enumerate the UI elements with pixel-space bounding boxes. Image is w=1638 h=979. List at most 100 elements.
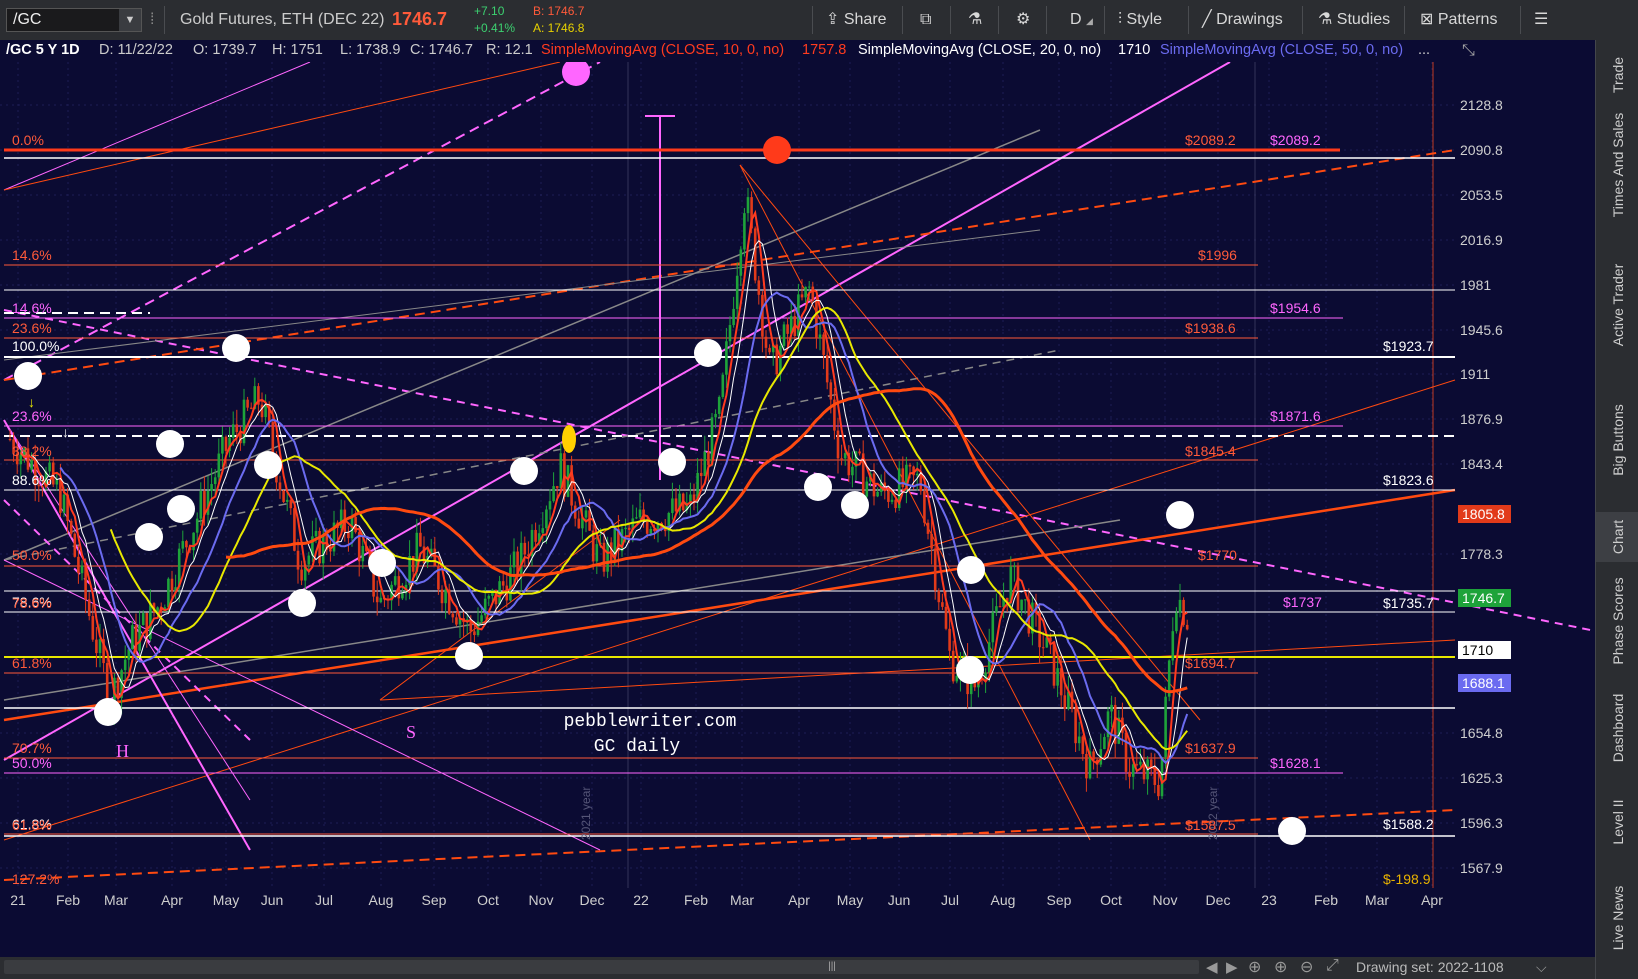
candle-body <box>116 677 120 698</box>
time-tick: May <box>837 892 863 908</box>
fit-icon[interactable]: ⤢ <box>1326 957 1339 975</box>
candle-body <box>523 542 527 555</box>
bid-price: B: 1746.7 <box>533 4 585 18</box>
candle-body <box>167 578 170 608</box>
info-date: D: 11/22/22 <box>99 42 173 58</box>
candle-body <box>347 532 350 539</box>
settings-slider-icon[interactable]: ⁞ <box>150 11 154 29</box>
candle-body <box>170 578 174 592</box>
pattern-marker <box>254 451 282 479</box>
tab-live-news[interactable]: Live News <box>1596 868 1638 968</box>
candle-body <box>836 430 840 459</box>
share-button[interactable]: ⇪ Share <box>822 0 887 40</box>
zoom-out-icon[interactable]: ⊖ <box>1300 957 1313 977</box>
candle-body <box>584 510 588 518</box>
candle-body <box>559 453 563 489</box>
fib-left-7: 88.6% <box>12 472 52 488</box>
candle-body <box>948 628 951 651</box>
candle-body <box>98 639 102 654</box>
zoom-in-icon[interactable]: ⊕ <box>1274 957 1287 977</box>
pattern-marker <box>368 549 396 577</box>
pattern-marker <box>167 495 195 523</box>
candle-body <box>894 499 897 509</box>
candle-body <box>606 542 609 572</box>
instrument-name: Gold Futures, ETH (DEC 22) <box>180 11 385 28</box>
candle-body <box>887 490 890 502</box>
price-chart[interactable]: ↓↓ 2021 year 2022 year pebblewriter.com … <box>0 62 1595 957</box>
scroll-left-icon[interactable]: ◀ <box>1206 958 1218 976</box>
collapse-icon[interactable]: ⤡ <box>1462 42 1475 60</box>
candle-body <box>321 534 325 564</box>
tab-active-trader[interactable]: Active Trader <box>1596 240 1638 370</box>
tab-dashboard[interactable]: Dashboard <box>1596 680 1638 775</box>
drawings-button[interactable]: ╱ Drawings <box>1198 0 1283 40</box>
candle-body <box>62 494 66 513</box>
drawing-set-label[interactable]: Drawing set: 2022-1108 <box>1356 959 1504 975</box>
level-label-4: $1938.6 <box>1185 320 1236 336</box>
tab-trade[interactable]: Trade <box>1596 40 1638 110</box>
patterns-button[interactable]: ⊠ Patterns <box>1416 0 1497 40</box>
time-tick: 23 <box>1261 892 1277 908</box>
drawing-set-chevron-icon[interactable]: ⌵ <box>1536 959 1547 976</box>
tab-label: Big Buttons <box>1609 404 1626 476</box>
scroll-thumb-grip-icon[interactable]: ||| <box>822 960 842 974</box>
candle-body <box>624 527 627 530</box>
candle-body <box>1013 566 1016 568</box>
candle-body <box>501 581 505 586</box>
tab-times-and-sales[interactable]: Times And Sales <box>1596 102 1638 227</box>
info-range: R: 12.1 <box>486 42 533 58</box>
price-badge-text: 1746.7 <box>1462 590 1505 606</box>
price-tick: 1567.9 <box>1460 860 1503 876</box>
tab-phase-scores[interactable]: Phase Scores <box>1596 566 1638 676</box>
studies-flask-button[interactable]: ⚗ <box>964 0 982 40</box>
price-tick: 2016.9 <box>1460 232 1503 248</box>
crosshair-icon[interactable]: ⊕ <box>1248 957 1261 977</box>
candle-body <box>73 533 77 557</box>
candle-body <box>1178 599 1182 613</box>
time-tick: Feb <box>684 892 708 908</box>
candle-body <box>858 451 861 454</box>
candle-body <box>995 606 998 613</box>
candle-body <box>213 477 217 485</box>
price-tick: 1654.8 <box>1460 725 1503 741</box>
level-label-16: $1588.2 <box>1383 816 1434 832</box>
drawings-label: Drawings <box>1216 11 1283 28</box>
style-button[interactable]: ⫶ Style <box>1114 0 1162 40</box>
menu-icon: ☰ <box>1534 11 1549 28</box>
candle-body <box>541 528 545 534</box>
snapshot-button[interactable]: ⧉ <box>916 0 931 40</box>
candle-body <box>635 517 638 519</box>
candle-body <box>1139 761 1142 765</box>
time-tick: Oct <box>477 892 499 908</box>
level-label-17: $-198.9 <box>1383 871 1431 887</box>
fib-left-13: 50.0% <box>12 755 52 771</box>
studies-button[interactable]: ⚗ Studies <box>1314 0 1390 40</box>
level-label-11: $1735.7 <box>1383 595 1434 611</box>
candle-body <box>249 407 253 409</box>
scroll-right-icon[interactable]: ▶ <box>1226 958 1238 976</box>
candle-body <box>278 482 282 491</box>
horizontal-scrollbar[interactable]: ||| <box>4 960 1199 974</box>
bottom-scrollbar: ||| ◀ ▶ ⊕ ⊕ ⊖ ⤢ Drawing set: 2022-1108 ⌵ <box>0 957 1595 979</box>
candle-body <box>991 612 995 643</box>
tab-big-buttons[interactable]: Big Buttons <box>1596 390 1638 490</box>
tab-level-ii[interactable]: Level II <box>1596 782 1638 862</box>
settings-button[interactable]: ⚙ <box>1012 0 1030 40</box>
level-label-15: $1587.5 <box>1185 817 1236 833</box>
menu-button[interactable]: ☰ <box>1530 0 1548 40</box>
tab-chart[interactable]: Chart <box>1596 512 1638 562</box>
candle-body <box>721 374 725 397</box>
candle-body <box>80 565 84 574</box>
candle-body <box>822 334 825 355</box>
interval-button[interactable]: D ◢ <box>1066 0 1093 40</box>
symbol-input[interactable]: /GC ▼ <box>6 8 142 32</box>
watermark-site: pebblewriter.com <box>564 712 737 732</box>
symbol-dropdown-chevron-icon[interactable]: ▼ <box>119 9 141 31</box>
candle-body <box>782 324 786 346</box>
candle-body <box>915 473 919 476</box>
candle-body <box>890 499 894 502</box>
time-tick: Sep <box>1047 892 1072 908</box>
price-tick: 1843.4 <box>1460 456 1503 472</box>
info-more[interactable]: ... <box>1418 42 1430 58</box>
time-tick: Oct <box>1100 892 1122 908</box>
